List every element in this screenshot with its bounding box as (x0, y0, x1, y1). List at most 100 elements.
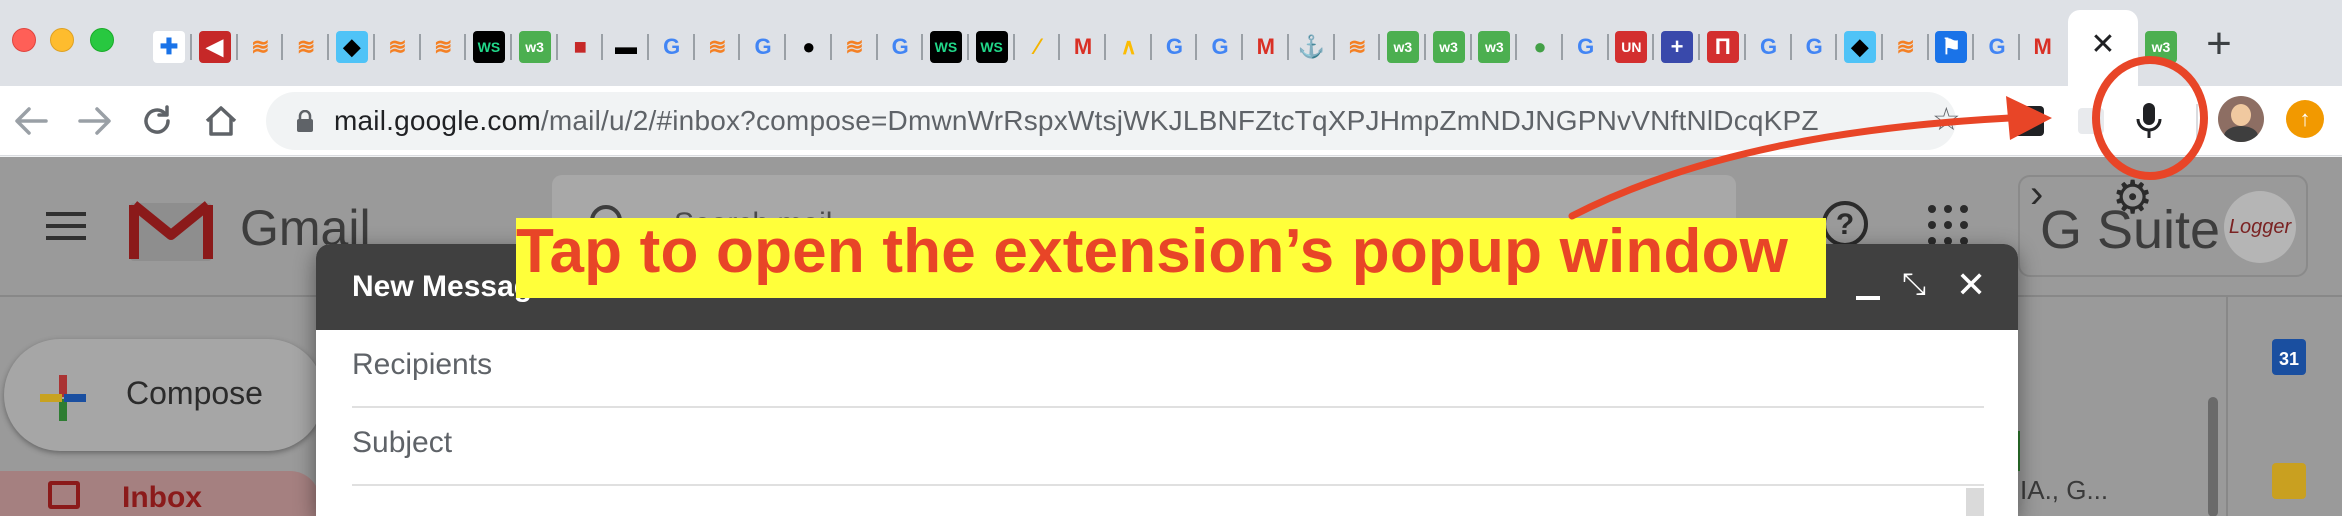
gsuite-account-badge[interactable]: G Suite Logger (2018, 175, 2308, 277)
stackoverflow-icon[interactable]: ≋ (375, 24, 421, 70)
reload-button[interactable] (134, 98, 180, 144)
window-minimize-button[interactable] (50, 28, 74, 52)
gmail-icon[interactable]: M (1243, 24, 1289, 70)
purple-square-icon[interactable]: + (1654, 24, 1700, 70)
keep-icon[interactable] (2272, 463, 2306, 499)
apps-grid-icon[interactable] (1928, 205, 1968, 245)
w3schools-icon[interactable]: w3 (1380, 24, 1426, 70)
back-button[interactable] (8, 98, 54, 144)
bird-icon[interactable]: ◆ (329, 24, 375, 70)
stackoverflow-icon[interactable]: ≋ (1334, 24, 1380, 70)
tab-close-icon[interactable]: ✕ (2086, 28, 2120, 62)
webstorm-icon[interactable]: WS (969, 24, 1015, 70)
home-button[interactable] (198, 98, 244, 144)
google-icon-glyph: G (754, 34, 772, 59)
recipients-placeholder: Recipients (352, 348, 493, 381)
forward-button[interactable] (72, 98, 118, 144)
webstorm-icon-glyph: WS (472, 31, 505, 63)
google-icon-glyph: G (1805, 34, 1823, 59)
window-close-button[interactable] (12, 28, 36, 52)
browser-toolbar: mail.google.com/mail/u/2/#inbox?compose=… (0, 86, 2342, 156)
stripes-icon[interactable]: ⁄ (1014, 24, 1060, 70)
w3schools-icon[interactable]: w3 (1471, 24, 1517, 70)
shopping-bag-icon[interactable]: ■ (557, 24, 603, 70)
un-icon[interactable]: UN (1608, 24, 1654, 70)
flag-icon[interactable]: ⚑ (1928, 24, 1974, 70)
url-text[interactable]: mail.google.com/mail/u/2/#inbox?compose=… (334, 105, 1904, 137)
google-icon[interactable]: G (740, 24, 786, 70)
help-icon[interactable]: ? (1822, 201, 1868, 247)
stackoverflow-icon[interactable]: ≋ (420, 24, 466, 70)
update-icon[interactable]: ↑ (2286, 100, 2324, 138)
google-icon[interactable]: G (1563, 24, 1609, 70)
google-ads-icon[interactable]: ∧ (1106, 24, 1152, 70)
stackoverflow-icon[interactable]: ≋ (283, 24, 329, 70)
flag-icon-glyph: ⚑ (1935, 31, 1968, 63)
faded-extension-icon[interactable] (2068, 98, 2114, 144)
stackoverflow-icon[interactable]: ≋ (832, 24, 878, 70)
leaf-icon[interactable]: ● (1517, 24, 1563, 70)
url-path: /mail/u/2/#inbox?compose=DmwnWrRspxWtsjW… (540, 105, 1819, 136)
webstorm-icon[interactable]: WS (466, 24, 512, 70)
puzzle-icon[interactable]: ✚ (146, 24, 192, 70)
message-body-scrollbar[interactable] (1966, 488, 1984, 516)
main-menu-icon[interactable] (46, 212, 86, 244)
stackoverflow-icon-glyph: ≋ (433, 34, 453, 59)
google-icon[interactable]: G (1151, 24, 1197, 70)
anchor-icon[interactable]: ⚓ (1289, 24, 1335, 70)
url-host: mail.google.com (334, 105, 541, 136)
window-zoom-button[interactable] (90, 28, 114, 52)
google-icon[interactable]: G (1746, 24, 1792, 70)
anchor-icon-glyph: ⚓ (1297, 34, 1326, 59)
google-icon[interactable]: G (1974, 24, 2020, 70)
gmail-icon[interactable]: M (1060, 24, 1106, 70)
bookmark-star-icon[interactable]: ☆ (1932, 100, 1961, 138)
google-icon[interactable]: G (1197, 24, 1243, 70)
dark-extension-icon[interactable] (2006, 98, 2052, 144)
profile-avatar[interactable] (2218, 96, 2264, 142)
microphone-extension-icon[interactable] (2126, 98, 2172, 144)
address-bar[interactable]: mail.google.com/mail/u/2/#inbox?compose=… (266, 92, 1956, 150)
google-icon[interactable]: G (649, 24, 695, 70)
stackoverflow-icon[interactable]: ≋ (237, 24, 283, 70)
leaf-icon-glyph: ● (1533, 34, 1547, 59)
un-icon-glyph: UN (1615, 31, 1648, 63)
speaker-icon[interactable]: ◀ (192, 24, 238, 70)
chevron-right-icon[interactable]: › (2030, 172, 2043, 217)
google-icon[interactable]: G (1791, 24, 1837, 70)
w3schools-icon[interactable]: w3 (512, 24, 558, 70)
stackoverflow-icon[interactable]: ≋ (694, 24, 740, 70)
google-icon[interactable]: G (877, 24, 923, 70)
calendar-icon[interactable]: 31 (2272, 339, 2306, 375)
gmail-icon-glyph: M (1256, 34, 1275, 59)
red-box-icon-glyph: Π (1706, 31, 1739, 63)
stackoverflow-icon-glyph: ≋ (708, 34, 727, 59)
annotation-text: Tap to open the extension’s popup window (516, 217, 1789, 286)
google-icon-glyph: G (1165, 34, 1183, 59)
gear-icon[interactable]: ⚙ (2112, 170, 2153, 224)
microphone-icon[interactable]: ● (786, 24, 832, 70)
stackoverflow-icon-glyph: ≋ (1347, 34, 1367, 59)
recipients-field[interactable]: Recipients (352, 330, 1984, 408)
active-tab-favicon[interactable]: w3 (2138, 24, 2184, 70)
close-icon[interactable]: ✕ (1956, 264, 1986, 306)
new-tab-button[interactable]: + (2198, 22, 2240, 66)
inbox-icon (48, 481, 80, 509)
compose-button[interactable]: Compose (4, 339, 324, 451)
dark-pill-icon[interactable]: ▬ (603, 24, 649, 70)
email-sender-text[interactable]: IA., G... (2020, 475, 2108, 506)
gmail-icon[interactable]: M (2020, 24, 2066, 70)
bird-icon[interactable]: ◆ (1837, 24, 1883, 70)
sidebar-item-inbox[interactable]: Inbox (0, 471, 320, 516)
subject-field[interactable]: Subject (352, 408, 1984, 486)
gmail-icon-glyph: M (2033, 34, 2052, 59)
scrollbar[interactable] (2208, 397, 2218, 516)
webstorm-icon[interactable]: WS (923, 24, 969, 70)
stackoverflow-icon[interactable]: ≋ (1883, 24, 1929, 70)
red-box-icon[interactable]: Π (1700, 24, 1746, 70)
minimize-icon[interactable] (1856, 296, 1880, 300)
exit-fullscreen-icon[interactable]: ⤡ (1902, 268, 1926, 302)
microphone-icon (2136, 103, 2162, 138)
webstorm-icon-glyph: WS (929, 31, 962, 63)
w3schools-icon[interactable]: w3 (1426, 24, 1472, 70)
